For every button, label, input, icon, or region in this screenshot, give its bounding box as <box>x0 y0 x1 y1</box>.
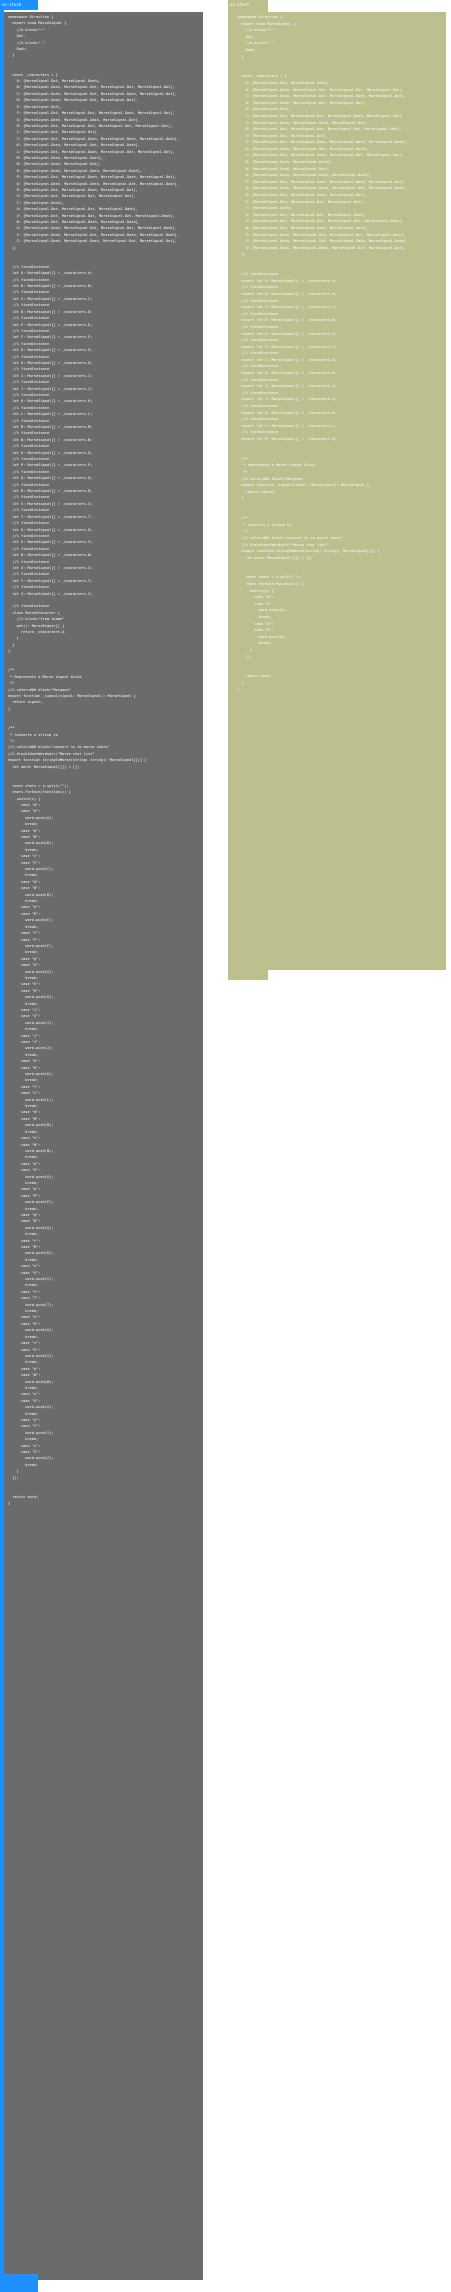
left-bottom-marker <box>0 2274 38 2292</box>
left-code-panel[interactable]: namespace Direction { export enum MorseS… <box>4 12 203 2280</box>
right-code-panel[interactable]: namespace Direction { export enum MorseS… <box>233 12 446 970</box>
left-code-block[interactable]: namespace Direction { export enum MorseS… <box>4 12 203 1507</box>
right-code-block[interactable]: namespace Direction { export enum MorseS… <box>233 12 446 693</box>
right-panel-header: ss-start <box>228 0 268 10</box>
left-panel-header: ss-stuck <box>0 0 38 10</box>
